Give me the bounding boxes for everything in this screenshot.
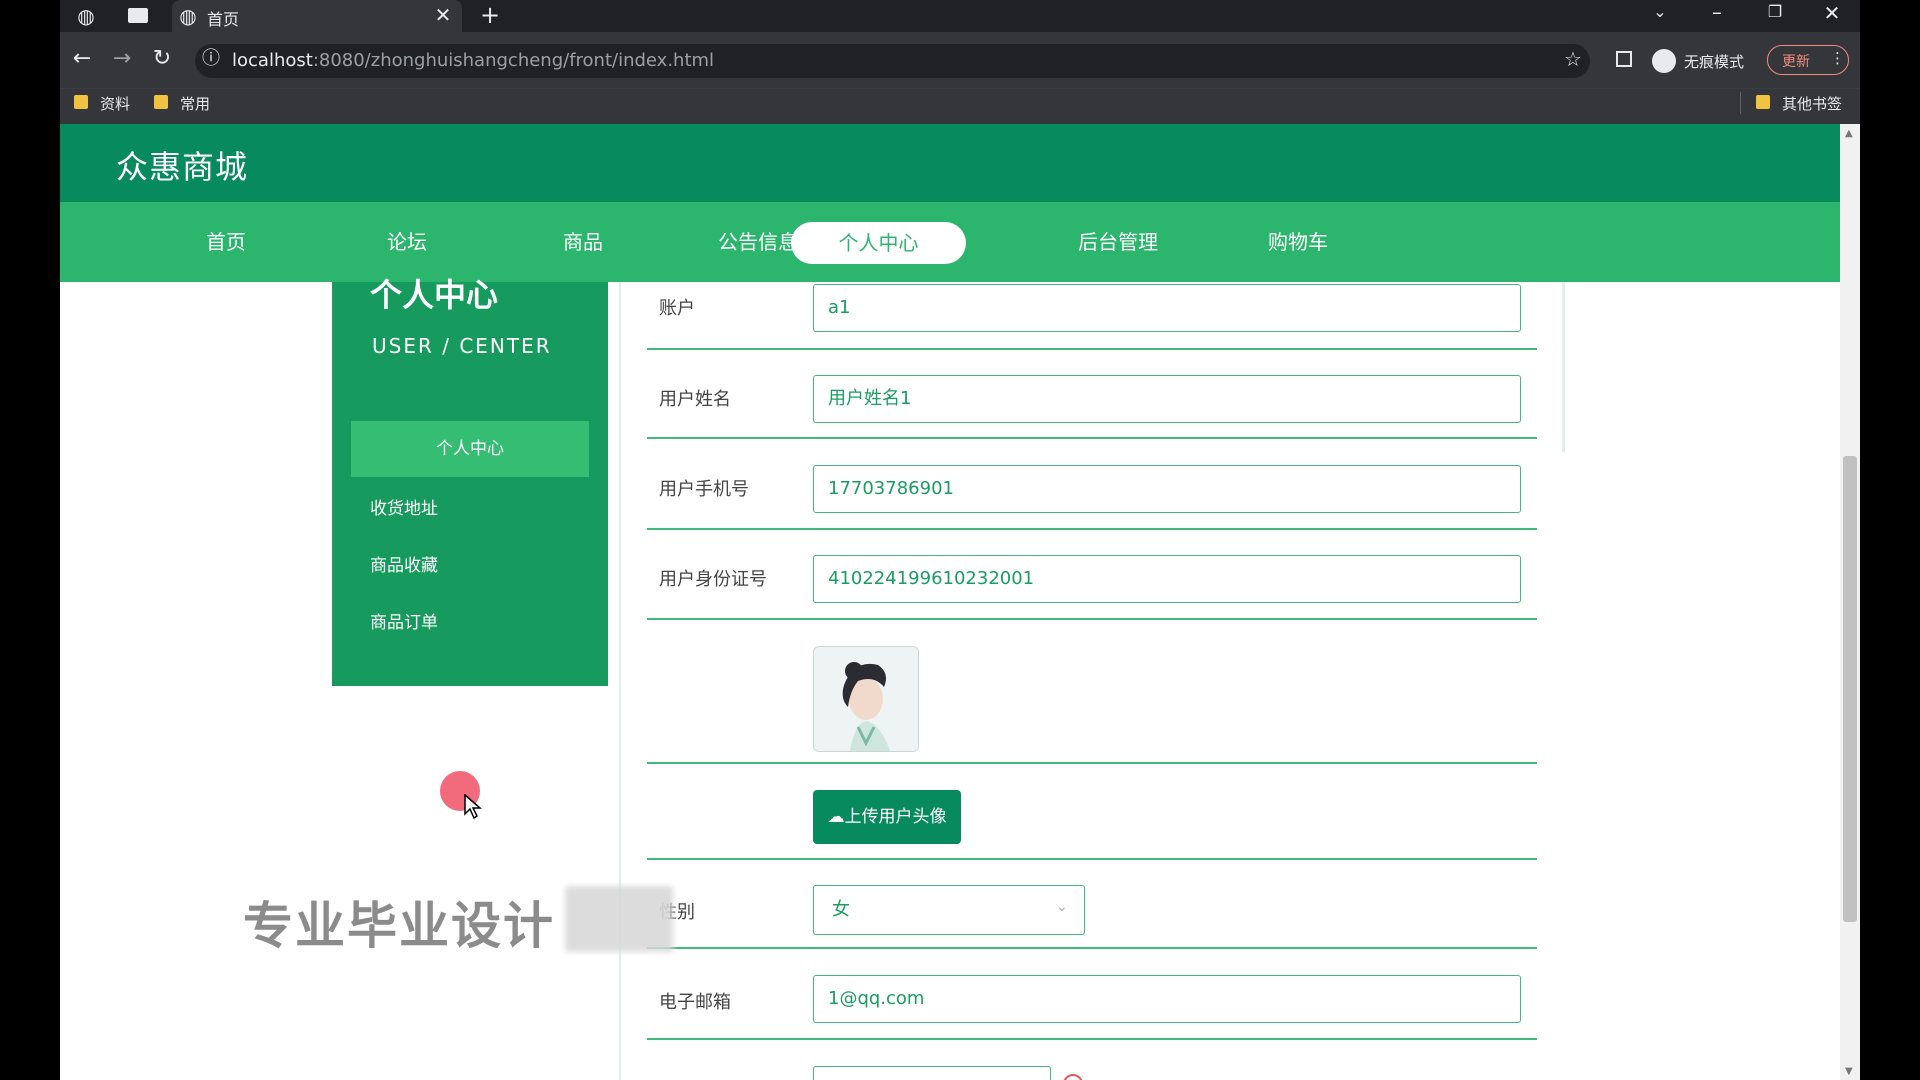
chevron-down-icon[interactable]: ⌄ bbox=[1056, 899, 1068, 915]
form-border bbox=[1562, 282, 1565, 452]
restore-icon[interactable]: ❐ bbox=[1765, 4, 1785, 20]
account-field[interactable]: a1 bbox=[813, 284, 1521, 332]
sidebar-item-address[interactable]: 收货地址 bbox=[370, 494, 438, 519]
tab-favicon-globe-icon: ◍ bbox=[179, 4, 197, 28]
sidebar-title: 个人中心 bbox=[370, 276, 499, 314]
name-label: 用户姓名 bbox=[659, 389, 731, 410]
phone-field[interactable]: 17703786901 bbox=[813, 465, 1521, 513]
window-close-icon[interactable]: ✕ bbox=[1822, 3, 1842, 23]
folder-icon bbox=[74, 95, 88, 109]
page-viewport: 众惠商城 首页 论坛 商品 公告信息 个人中心 后台管理 购物车 个人中心 US… bbox=[60, 124, 1840, 1080]
nav-cart[interactable]: 购物车 bbox=[1238, 202, 1358, 282]
id-number-field[interactable]: 410224199610232001 bbox=[813, 555, 1521, 603]
mouse-cursor-icon bbox=[464, 794, 483, 820]
row-divider bbox=[647, 437, 1537, 439]
sidebar-item-favorites[interactable]: 商品收藏 bbox=[370, 551, 438, 576]
row-divider bbox=[647, 618, 1537, 620]
user-avatar bbox=[813, 646, 919, 752]
required-indicator-icon bbox=[1063, 1074, 1083, 1080]
url-path: :8080/zhonghuishangcheng/front/index.htm… bbox=[312, 50, 715, 71]
form-border bbox=[619, 282, 621, 1080]
upload-avatar-button[interactable]: ☁上传用户头像 bbox=[813, 790, 961, 844]
scrollbar-thumb[interactable] bbox=[1843, 456, 1857, 922]
menu-dots-icon: ⋮ bbox=[1830, 49, 1845, 67]
email-label: 电子邮箱 bbox=[659, 992, 731, 1013]
tab-search-chevron-icon[interactable]: ⌄ bbox=[1650, 4, 1670, 20]
url-host: localhost bbox=[232, 50, 313, 71]
row-divider bbox=[647, 1038, 1537, 1040]
site-header bbox=[60, 124, 1840, 202]
site-title[interactable]: 众惠商城 bbox=[116, 142, 248, 188]
tab-overview-icon[interactable] bbox=[128, 8, 148, 23]
bookmark-folder-2[interactable]: 常用 bbox=[180, 93, 210, 114]
nav-home[interactable]: 首页 bbox=[166, 202, 286, 282]
id-number-label: 用户身份证号 bbox=[659, 569, 767, 590]
gender-select[interactable]: 女 bbox=[813, 885, 1085, 935]
cloud-upload-icon: ☁ bbox=[827, 807, 845, 827]
bookmarks-bar bbox=[60, 88, 1860, 125]
globe-icon[interactable]: ◍ bbox=[76, 6, 96, 26]
row-divider bbox=[647, 947, 1537, 949]
phone-label: 用户手机号 bbox=[659, 479, 749, 500]
watermark-text: 专业毕业设计 bbox=[243, 897, 555, 955]
row-divider bbox=[647, 762, 1537, 764]
nav-user-center[interactable]: 个人中心 bbox=[791, 222, 966, 264]
incognito-icon[interactable] bbox=[1652, 49, 1676, 73]
forward-arrow-icon[interactable]: → bbox=[110, 48, 134, 70]
back-arrow-icon[interactable]: ← bbox=[70, 48, 94, 70]
reload-icon[interactable]: ↻ bbox=[150, 48, 174, 70]
side-panel-icon[interactable] bbox=[1616, 51, 1632, 67]
bookmark-star-icon[interactable]: ☆ bbox=[1563, 49, 1583, 69]
other-bookmarks[interactable]: 其他书签 bbox=[1782, 93, 1842, 114]
new-tab-icon[interactable]: + bbox=[480, 3, 500, 27]
scroll-up-icon[interactable]: ▲ bbox=[1845, 128, 1853, 139]
name-field[interactable]: 用户姓名1 bbox=[813, 375, 1521, 423]
sidebar-item-label: 个人中心 bbox=[436, 439, 504, 459]
email-field[interactable]: 1@qq.com bbox=[813, 975, 1521, 1023]
nav-products[interactable]: 商品 bbox=[523, 202, 643, 282]
scroll-down-icon[interactable]: ▼ bbox=[1845, 1066, 1853, 1077]
folder-icon bbox=[154, 95, 168, 109]
update-button[interactable]: 更新 ⋮ bbox=[1767, 45, 1849, 75]
minimize-icon[interactable]: – bbox=[1707, 2, 1727, 22]
tab-close-icon[interactable]: ✕ bbox=[433, 5, 453, 25]
watermark-blur bbox=[565, 886, 673, 952]
incognito-label: 无痕模式 bbox=[1684, 53, 1745, 71]
bookmarks-divider bbox=[1740, 92, 1741, 114]
avatar-portrait-image bbox=[814, 647, 918, 751]
row-divider bbox=[647, 528, 1537, 530]
folder-icon bbox=[1756, 95, 1770, 109]
site-info-icon[interactable]: ⓘ bbox=[201, 50, 221, 68]
sidebar-item-orders[interactable]: 商品订单 bbox=[370, 608, 438, 633]
bookmark-folder-1[interactable]: 资料 bbox=[100, 93, 130, 114]
partial-field[interactable] bbox=[813, 1066, 1051, 1080]
sidebar-subtitle: USER / CENTER bbox=[372, 334, 552, 358]
row-divider bbox=[647, 858, 1537, 860]
update-label: 更新 bbox=[1782, 54, 1810, 70]
upload-avatar-label: 上传用户头像 bbox=[844, 807, 947, 827]
nav-admin[interactable]: 后台管理 bbox=[1058, 202, 1178, 282]
tab-title: 首页 bbox=[207, 10, 240, 29]
row-divider bbox=[647, 348, 1537, 350]
account-label: 账户 bbox=[659, 298, 695, 319]
url-text[interactable]: localhost:8080/zhonghuishangcheng/front/… bbox=[232, 50, 714, 71]
